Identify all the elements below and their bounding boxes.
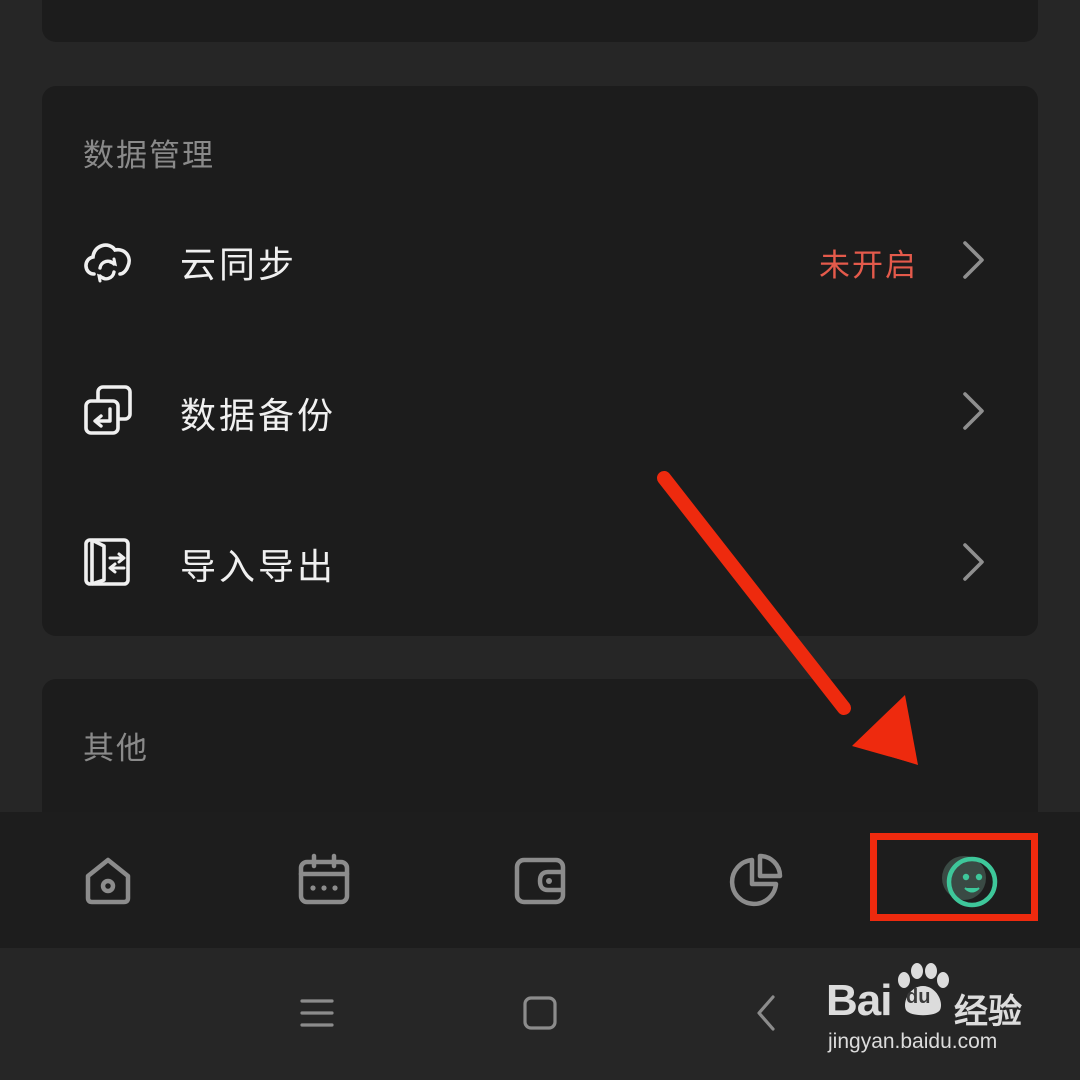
pie-chart-icon bbox=[729, 853, 783, 907]
import-export-icon bbox=[84, 538, 130, 586]
cloud-sync-icon bbox=[84, 243, 131, 283]
data-management-card: 数据管理 云同步 未开启 数据备份 导入导出 bbox=[42, 86, 1038, 636]
home-square-icon[interactable] bbox=[515, 988, 565, 1038]
tab-wallet[interactable] bbox=[508, 848, 572, 912]
wallet-icon bbox=[514, 857, 566, 905]
watermark-brand-jingyan: 经验 bbox=[954, 992, 1022, 1032]
annotation-highlight-box bbox=[870, 833, 1038, 921]
section-title-data-management: 数据管理 bbox=[83, 138, 215, 174]
row-import-export[interactable]: 导入导出 bbox=[42, 502, 1038, 622]
watermark-url: jingyan.baidu.com bbox=[828, 1030, 998, 1053]
menu-icon[interactable] bbox=[292, 988, 342, 1038]
row-label-cloud-sync: 云同步 bbox=[180, 245, 298, 286]
row-label-data-backup: 数据备份 bbox=[180, 396, 337, 437]
tab-home[interactable] bbox=[76, 848, 140, 912]
chevron-right-icon bbox=[963, 392, 984, 430]
calendar-icon bbox=[298, 853, 350, 905]
chevron-right-icon bbox=[963, 241, 984, 279]
home-icon bbox=[85, 857, 131, 905]
cloud-sync-status: 未开启 bbox=[819, 248, 918, 284]
settings-card-top bbox=[42, 0, 1038, 42]
tab-calendar[interactable] bbox=[292, 848, 356, 912]
watermark-brand-du: du bbox=[906, 986, 931, 1008]
row-cloud-sync[interactable]: 云同步 未开启 bbox=[42, 200, 1038, 320]
row-label-import-export: 导入导出 bbox=[180, 547, 337, 588]
back-icon[interactable] bbox=[742, 988, 792, 1038]
section-title-other: 其他 bbox=[83, 731, 149, 767]
baidu-jingyan-watermark: Bai du 经验 jingyan.baidu.com bbox=[826, 962, 1036, 1062]
tab-statistics[interactable] bbox=[724, 848, 788, 912]
backup-icon bbox=[84, 385, 132, 435]
chevron-right-icon bbox=[963, 543, 984, 581]
row-data-backup[interactable]: 数据备份 bbox=[42, 351, 1038, 471]
watermark-brand-bai: Bai bbox=[826, 976, 892, 1025]
